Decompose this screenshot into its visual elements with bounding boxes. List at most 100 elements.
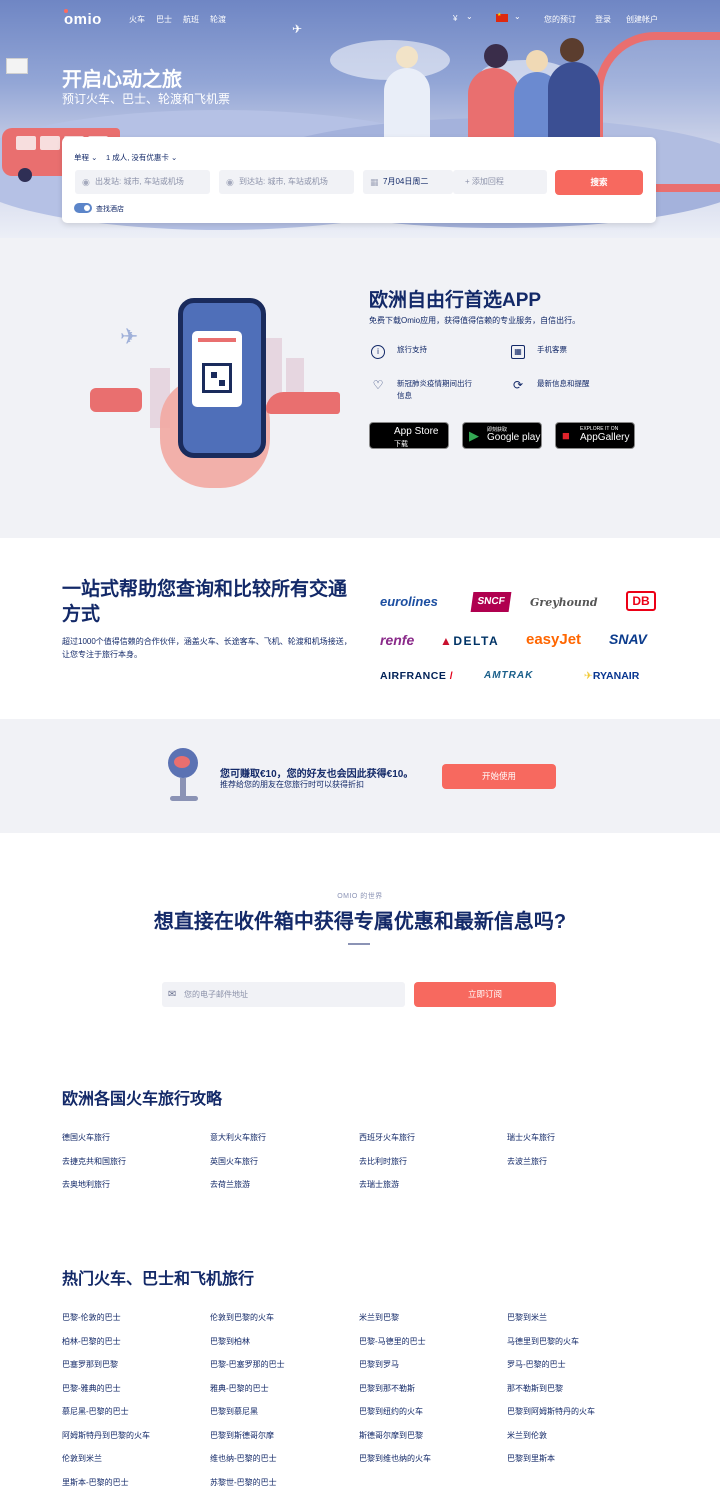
route-link[interactable]: 维也纳-巴黎的巴士 bbox=[210, 1453, 277, 1464]
route-link[interactable]: 苏黎世-巴黎的巴士 bbox=[210, 1477, 277, 1488]
route-link[interactable]: 去瑞士旅游 bbox=[359, 1179, 399, 1190]
google-play-badge[interactable]: ▶ 即刻获取 Google play bbox=[462, 422, 542, 449]
guides-title: 欧洲各国火车旅行攻略 bbox=[62, 1091, 223, 1108]
qr-icon: ▦ bbox=[511, 345, 525, 359]
feature-label: 手机客票 bbox=[537, 345, 567, 354]
from-field[interactable]: ◉ 出发站: 城市, 车站或机场 bbox=[75, 170, 210, 194]
route-link[interactable]: 巴黎到慕尼黑 bbox=[210, 1406, 258, 1417]
route-link[interactable]: 巴塞罗那到巴黎 bbox=[62, 1359, 118, 1370]
top-nav: omio 火车 巴士 航班 轮渡 ✈ ¥ ⌄ ⌄ 您的预订 登录 创建帐户 bbox=[0, 0, 720, 38]
route-link[interactable]: 意大利火车旅行 bbox=[210, 1132, 266, 1143]
hotel-toggle[interactable] bbox=[74, 203, 92, 213]
omio-logo[interactable]: omio bbox=[64, 9, 102, 28]
to-field[interactable]: ◉ 到达站: 城市, 车站或机场 bbox=[219, 170, 354, 194]
route-link[interactable]: 去荷兰旅游 bbox=[210, 1179, 250, 1190]
greyhound-logo: Greyhound bbox=[530, 596, 598, 609]
route-link[interactable]: 巴黎-雅典的巴士 bbox=[62, 1383, 121, 1394]
route-link[interactable]: 去奥地利旅行 bbox=[62, 1179, 110, 1190]
route-link[interactable]: 伦敦到巴黎的火车 bbox=[210, 1312, 274, 1323]
route-link[interactable]: 德国火车旅行 bbox=[62, 1132, 110, 1143]
house-illustration bbox=[6, 58, 28, 74]
route-link[interactable]: 柏林-巴黎的巴士 bbox=[62, 1336, 121, 1347]
newsletter-kicker: OMIO 的世界 bbox=[337, 893, 383, 900]
email-field[interactable]: ✉ 您的电子邮件地址 bbox=[162, 982, 405, 1007]
route-link[interactable]: 英国火车旅行 bbox=[210, 1156, 258, 1167]
china-flag-icon[interactable] bbox=[496, 12, 508, 22]
route-link[interactable]: 巴黎到里斯本 bbox=[507, 1453, 555, 1464]
login-link[interactable]: 登录 bbox=[595, 14, 611, 25]
currency-selector[interactable]: ¥ bbox=[453, 14, 457, 23]
route-link[interactable]: 巴黎到米兰 bbox=[507, 1312, 547, 1323]
route-link[interactable]: 西班牙火车旅行 bbox=[359, 1132, 415, 1143]
huawei-icon: ■ bbox=[562, 428, 570, 443]
route-link[interactable]: 去捷克共和国旅行 bbox=[62, 1156, 126, 1167]
search-card: 单程 ⌄ 1 成人, 没有优惠卡 ⌄ ◉ 出发站: 城市, 车站或机场 ◉ 到达站:… bbox=[62, 137, 656, 223]
trip-type-select[interactable]: 单程 ⌄ bbox=[74, 152, 97, 163]
route-link[interactable]: 慕尼黑-巴黎的巴士 bbox=[62, 1406, 129, 1417]
route-link[interactable]: 雅典-巴黎的巴士 bbox=[210, 1383, 269, 1394]
search-button[interactable]: 搜索 bbox=[555, 170, 643, 195]
newsletter-title: 想直接在收件箱中获得专属优惠和最新信息吗? bbox=[153, 911, 567, 933]
subscribe-button[interactable]: 立即订阅 bbox=[414, 982, 556, 1007]
feature-label: 旅行支持 bbox=[397, 345, 427, 354]
feature-label-line2: 信息 bbox=[397, 391, 412, 400]
easyjet-logo: easyJet bbox=[526, 631, 582, 648]
snav-logo: SNAV bbox=[609, 631, 647, 647]
date-field[interactable]: ▦ 7月04日周二 bbox=[363, 170, 453, 194]
route-link[interactable]: 里斯本-巴黎的巴士 bbox=[62, 1477, 129, 1488]
route-link[interactable]: 罗马-巴黎的巴士 bbox=[507, 1359, 566, 1370]
appgallery-badge[interactable]: ■ EXPLORE IT ON AppGallery bbox=[555, 422, 635, 449]
route-link[interactable]: 巴黎-巴塞罗那的巴士 bbox=[210, 1359, 285, 1370]
nav-ferries[interactable]: 轮渡 bbox=[210, 14, 226, 25]
route-link[interactable]: 巴黎到维也纳的火车 bbox=[359, 1453, 431, 1464]
route-link[interactable]: 巴黎到那不勒斯 bbox=[359, 1383, 415, 1394]
route-link[interactable]: 巴黎-马德里的巴士 bbox=[359, 1336, 426, 1347]
app-description: 免费下载Omio应用，获得值得信赖的专业服务，自信出行。 bbox=[369, 316, 581, 325]
route-link[interactable]: 巴黎到斯德哥尔摩 bbox=[210, 1430, 274, 1441]
phone-illustration: ✈ bbox=[90, 298, 350, 488]
route-link[interactable]: 瑞士火车旅行 bbox=[507, 1132, 555, 1143]
signup-link[interactable]: 创建帐户 bbox=[626, 14, 658, 25]
referral-title: 您可赚取€10，您的好友也会因此获得€10。 bbox=[220, 769, 414, 780]
route-link[interactable]: 巴黎-伦敦的巴士 bbox=[62, 1312, 121, 1323]
route-link[interactable]: 米兰到巴黎 bbox=[359, 1312, 399, 1323]
plane-icon: ✈ bbox=[292, 22, 303, 36]
route-link[interactable]: 巴黎到罗马 bbox=[359, 1359, 399, 1370]
delta-logo: ▲DELTA bbox=[440, 634, 500, 648]
popular-title: 热门火车、巴士和飞机旅行 bbox=[62, 1271, 255, 1288]
route-link[interactable]: 去比利时旅行 bbox=[359, 1156, 407, 1167]
app-store-badge[interactable]: App Store 下载 bbox=[369, 422, 449, 449]
partners-description: 超过1000个值得信赖的合作伙伴，涵盖火车、长途客车、飞机、轮渡和机场接送，让您… bbox=[62, 637, 352, 659]
route-link[interactable]: 巴黎到纽约的火车 bbox=[359, 1406, 423, 1417]
route-link[interactable]: 巴黎到柏林 bbox=[210, 1336, 250, 1347]
db-logo: DB bbox=[626, 591, 656, 611]
globe-icon bbox=[168, 748, 198, 778]
referral-start-button[interactable]: 开始使用 bbox=[442, 764, 556, 789]
partners-title: 一站式帮助您查询和比较所有交通方式 bbox=[62, 579, 348, 625]
ryanair-logo: ✈RYANAIR bbox=[584, 670, 640, 682]
route-link[interactable]: 斯德哥尔摩到巴黎 bbox=[359, 1430, 423, 1441]
route-link[interactable]: 那不勒斯到巴黎 bbox=[507, 1383, 563, 1394]
route-link[interactable]: 阿姆斯特丹到巴黎的火车 bbox=[62, 1430, 150, 1441]
feature-label: 最新信息和提醒 bbox=[537, 379, 590, 388]
passengers-select[interactable]: 1 成人, 没有优惠卡 ⌄ bbox=[106, 152, 177, 163]
route-link[interactable]: 去波兰旅行 bbox=[507, 1156, 547, 1167]
route-link[interactable]: 马德里到巴黎的火车 bbox=[507, 1336, 579, 1347]
renfe-logo: renfe bbox=[380, 632, 415, 648]
play-icon: ▶ bbox=[469, 428, 479, 443]
nav-trains[interactable]: 火车 bbox=[129, 14, 145, 25]
route-link[interactable]: 米兰到伦敦 bbox=[507, 1430, 547, 1441]
route-link[interactable]: 巴黎到阿姆斯特丹的火车 bbox=[507, 1406, 595, 1417]
sncf-logo: SNCF bbox=[470, 592, 512, 612]
nav-buses[interactable]: 巴士 bbox=[156, 14, 172, 25]
route-link[interactable]: 伦敦到米兰 bbox=[62, 1453, 102, 1464]
hotel-toggle-label: 查找酒店 bbox=[96, 206, 124, 213]
airfrance-logo: AIRFRANCE / bbox=[380, 670, 454, 682]
my-bookings-link[interactable]: 您的预订 bbox=[544, 14, 576, 25]
eurolines-logo: eurolines bbox=[380, 594, 438, 609]
app-section: ✈ bbox=[0, 238, 720, 538]
nav-flights[interactable]: 航班 bbox=[183, 14, 199, 25]
calendar-icon: ▦ bbox=[370, 177, 379, 187]
return-field[interactable]: + 添加回程 bbox=[453, 170, 547, 194]
info-icon: i bbox=[371, 345, 385, 359]
